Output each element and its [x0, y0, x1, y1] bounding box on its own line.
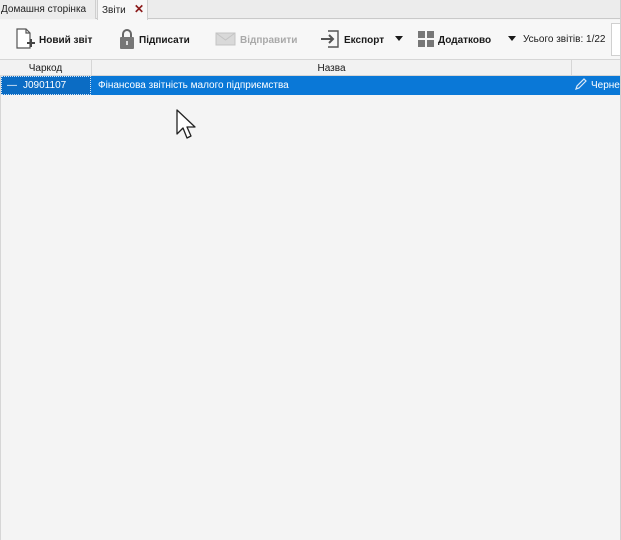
- new-document-icon: [14, 27, 36, 54]
- new-report-button[interactable]: Новий звіт: [14, 27, 92, 53]
- toolbar: Новий звіт Підписати Відправити Експорт …: [0, 20, 621, 59]
- cell-barcode[interactable]: — J0901107: [1, 76, 91, 95]
- grid-tiles-icon: [417, 30, 435, 51]
- export-button[interactable]: Експорт: [319, 27, 384, 53]
- column-header-status[interactable]: [572, 60, 621, 76]
- tab-home-label: Домашня сторінка: [1, 4, 87, 15]
- report-name-value: Фінансова звітність малого підприємства: [98, 80, 289, 91]
- close-icon[interactable]: ✕: [133, 2, 145, 16]
- table-row[interactable]: — J0901107 Фінансова звітність малого пі…: [0, 76, 621, 95]
- tab-home[interactable]: Домашня сторінка: [0, 0, 96, 19]
- export-label: Експорт: [344, 34, 385, 46]
- cell-name[interactable]: Фінансова звітність малого підприємства: [98, 76, 568, 95]
- send-label: Відправити: [240, 34, 298, 46]
- column-header-name[interactable]: Назва: [92, 60, 572, 76]
- status-value: Черне: [591, 80, 620, 91]
- additional-button[interactable]: Додатково: [417, 27, 491, 53]
- row-indicator: —: [7, 80, 17, 91]
- grid-body: [0, 95, 621, 540]
- tab-bar: Домашня сторінка Звіти ✕: [0, 0, 621, 20]
- sign-button[interactable]: Підписати: [118, 27, 190, 53]
- envelope-icon: [215, 31, 237, 50]
- new-report-label: Новий звіт: [39, 34, 93, 46]
- additional-dropdown-icon[interactable]: [508, 36, 516, 41]
- mouse-cursor-icon: [176, 109, 198, 141]
- sign-label: Підписати: [139, 34, 190, 46]
- tab-reports-label: Звіти: [102, 4, 126, 16]
- barcode-value: J0901107: [23, 80, 67, 91]
- pen-icon: [575, 78, 587, 93]
- grid-left-border: [0, 76, 1, 540]
- export-dropdown-icon[interactable]: [395, 36, 403, 41]
- grid-header: Чаркод Назва: [0, 59, 621, 76]
- additional-label: Додатково: [438, 34, 492, 46]
- column-header-barcode[interactable]: Чаркод: [0, 60, 92, 76]
- cell-status[interactable]: Черне: [575, 76, 621, 95]
- total-reports-count: Усього звітів: 1/22: [523, 34, 606, 45]
- send-button[interactable]: Відправити: [215, 27, 297, 53]
- export-icon: [319, 28, 341, 53]
- lock-icon: [118, 27, 136, 54]
